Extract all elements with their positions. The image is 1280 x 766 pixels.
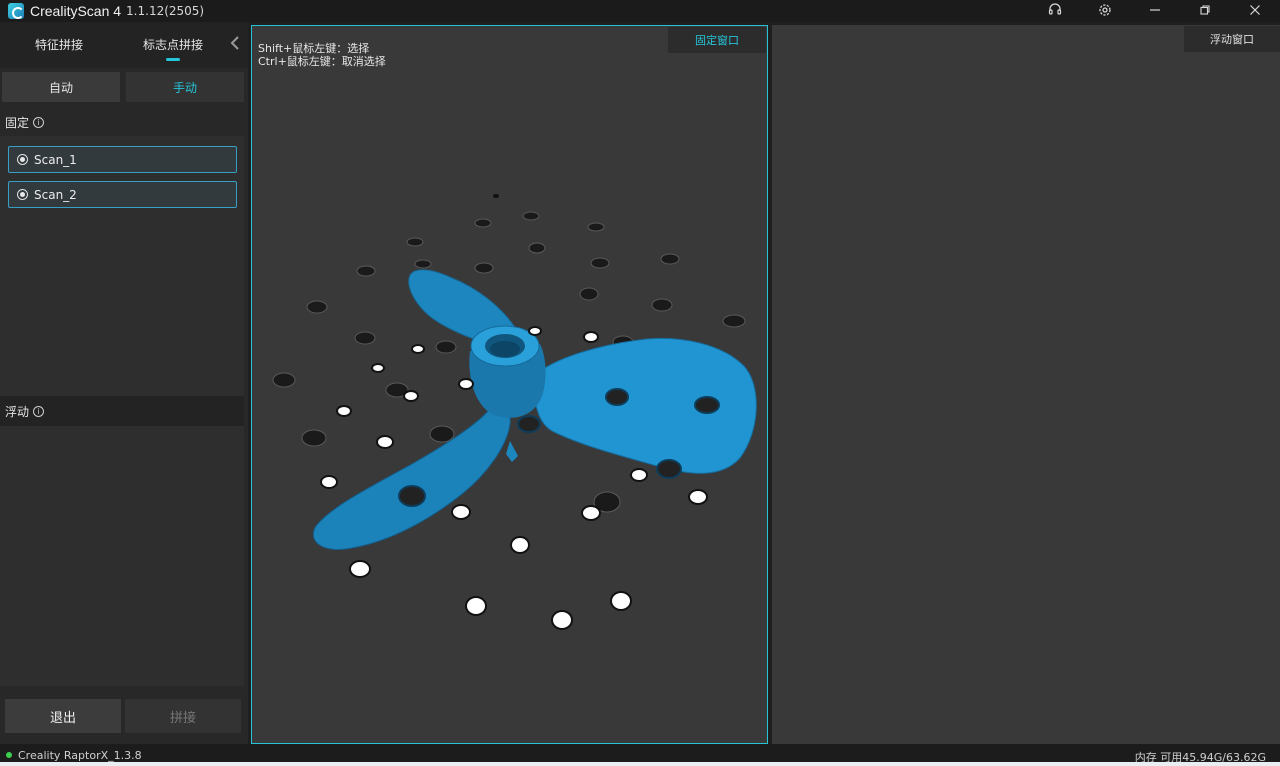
radio-button[interactable] bbox=[17, 189, 28, 200]
status-bar: Creality RaptorX_1.3.8 内存 可用45.94G/63.62… bbox=[0, 744, 1280, 766]
propeller-model bbox=[312, 269, 757, 550]
tab-manual[interactable]: 手动 bbox=[126, 72, 244, 102]
radio-button[interactable] bbox=[17, 154, 28, 165]
fixed-scan-list: Scan_1 Scan_2 bbox=[0, 136, 244, 396]
headset-icon[interactable] bbox=[1030, 0, 1080, 20]
fixed-viewport[interactable]: Shift+鼠标左键：选择 Ctrl+鼠标左键：取消选择 固定窗口 bbox=[251, 25, 768, 744]
stitch-sub-tabs: 自动 手动 bbox=[0, 72, 248, 102]
float-section-header: 浮动 i bbox=[0, 396, 244, 426]
window-controls bbox=[1030, 0, 1280, 22]
scan-item-2[interactable]: Scan_2 bbox=[8, 181, 237, 208]
tab-feature-stitch[interactable]: 特征拼接 bbox=[35, 36, 83, 53]
float-scan-list bbox=[0, 426, 244, 686]
app-version: 1.1.12(2505) bbox=[126, 4, 205, 18]
tab-marker-stitch[interactable]: 标志点拼接 bbox=[143, 36, 203, 53]
action-buttons: 退出 拼接 bbox=[0, 698, 248, 734]
float-section-label: 浮动 bbox=[5, 405, 30, 419]
app-logo-icon bbox=[8, 3, 24, 19]
float-viewport[interactable]: 浮动窗口 bbox=[772, 25, 1280, 744]
restore-icon[interactable] bbox=[1180, 0, 1230, 20]
float-section-title: 浮动 i bbox=[5, 403, 45, 420]
scan-item-1[interactable]: Scan_1 bbox=[8, 146, 237, 173]
app-title: CrealityScan 4 bbox=[30, 3, 122, 19]
float-window-tag: 浮动窗口 bbox=[1184, 26, 1280, 52]
active-tab-indicator bbox=[166, 58, 180, 61]
stitch-panel: 特征拼接 标志点拼接 自动 手动 固定 i Scan_1 Scan_2 浮动 i… bbox=[0, 22, 248, 744]
mode-tabs: 特征拼接 标志点拼接 bbox=[0, 22, 248, 68]
collapse-panel-icon[interactable] bbox=[230, 35, 240, 54]
settings-icon[interactable] bbox=[1080, 0, 1130, 20]
minimize-icon[interactable] bbox=[1130, 0, 1180, 20]
status-progress-line bbox=[0, 762, 1280, 766]
tab-auto[interactable]: 自动 bbox=[2, 72, 120, 102]
scan-label: Scan_2 bbox=[34, 187, 77, 202]
exit-button[interactable]: 退出 bbox=[5, 699, 121, 733]
fixed-section-label: 固定 bbox=[5, 116, 30, 130]
connection-status-icon bbox=[6, 752, 12, 758]
device-name: Creality RaptorX_1.3.8 bbox=[18, 749, 142, 762]
fixed-section-header: 固定 i bbox=[5, 114, 45, 131]
title-bar: CrealityScan 4 1.1.12(2505) bbox=[0, 0, 1280, 22]
scan-label: Scan_1 bbox=[34, 152, 77, 167]
info-icon[interactable]: i bbox=[33, 406, 45, 417]
close-icon[interactable] bbox=[1230, 0, 1280, 20]
scan-model-view[interactable] bbox=[252, 26, 769, 745]
info-icon[interactable]: i bbox=[33, 117, 45, 128]
stitch-button[interactable]: 拼接 bbox=[125, 699, 241, 733]
